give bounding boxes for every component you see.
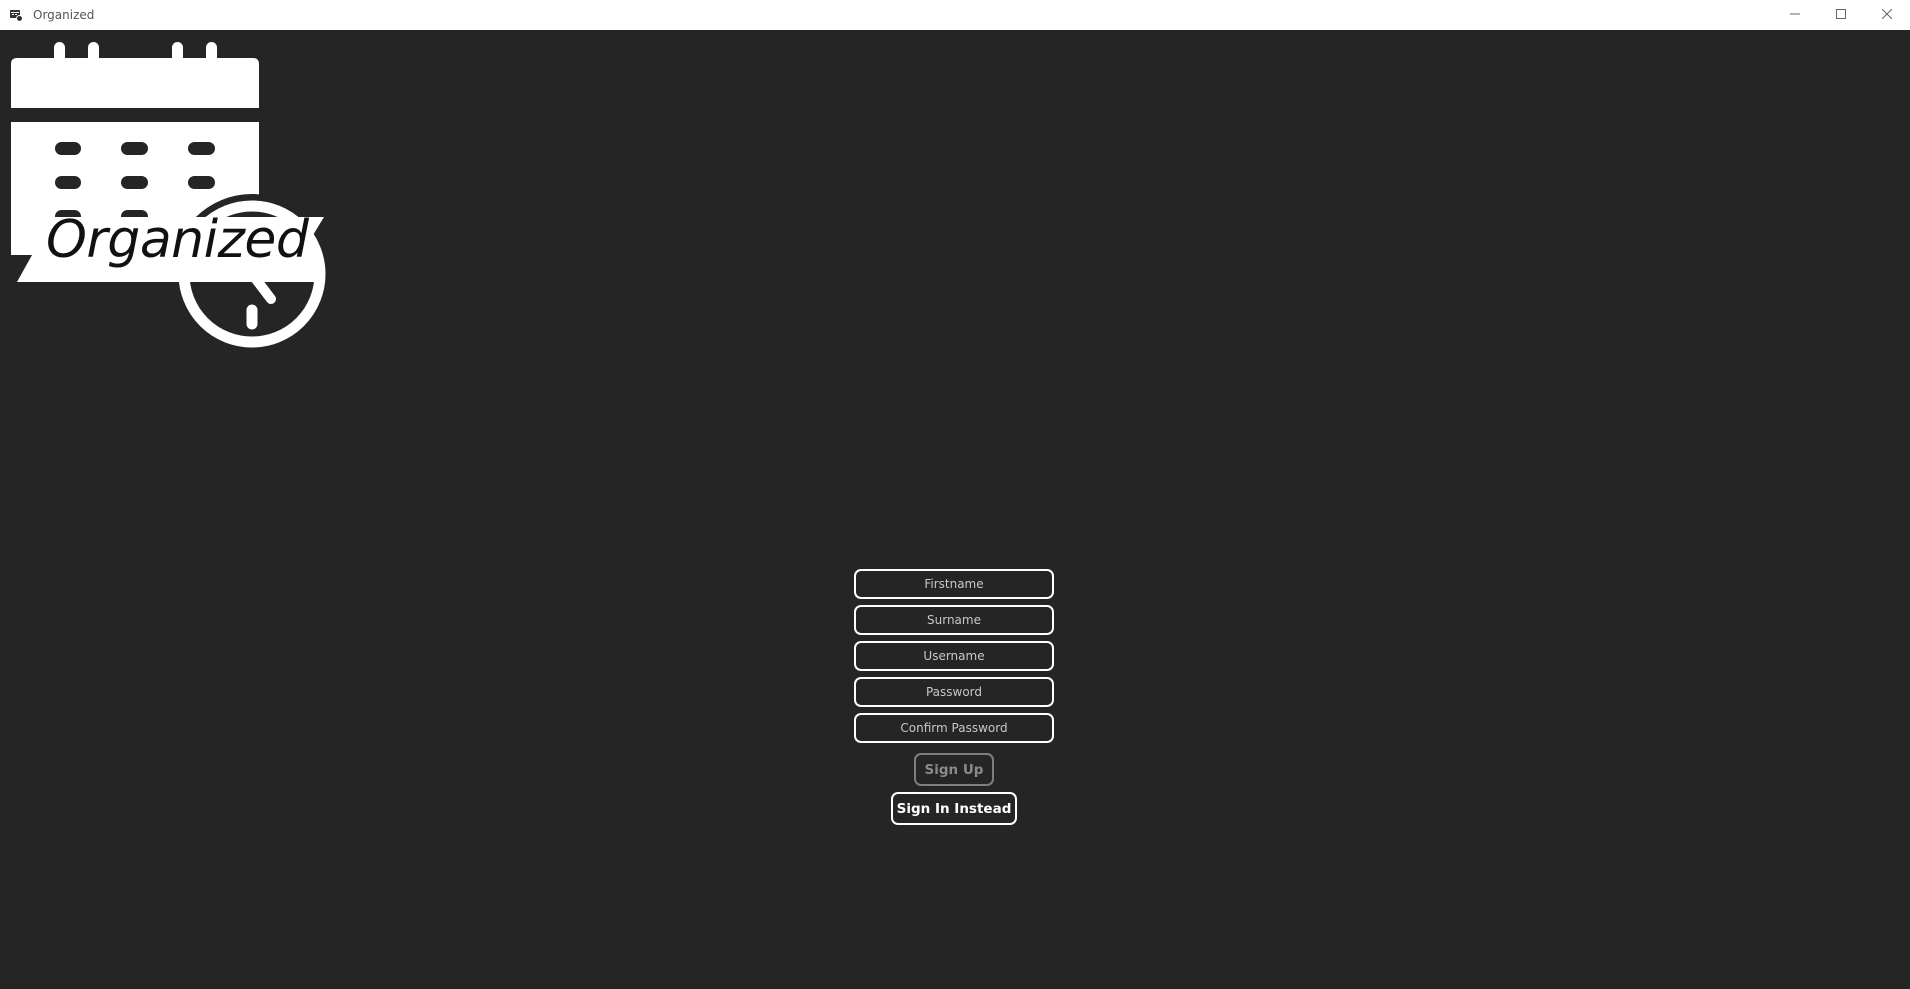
sign-in-instead-button[interactable]: Sign In Instead xyxy=(891,792,1017,825)
maximize-icon xyxy=(1836,6,1846,24)
minimize-button[interactable] xyxy=(1772,0,1818,30)
surname-input[interactable] xyxy=(854,605,1054,635)
confirm-password-input[interactable] xyxy=(854,713,1054,743)
minimize-icon xyxy=(1790,6,1800,24)
close-icon xyxy=(1881,6,1893,24)
close-button[interactable] xyxy=(1864,0,1910,30)
password-input[interactable] xyxy=(854,677,1054,707)
main-content: Organized Sign Up Sign In Instead xyxy=(0,30,1910,989)
sign-up-button[interactable]: Sign Up xyxy=(914,753,994,786)
app-logo: Organized xyxy=(0,30,340,360)
firstname-input[interactable] xyxy=(854,569,1054,599)
app-calendar-icon xyxy=(8,7,24,23)
title-bar[interactable]: Organized xyxy=(0,0,1910,30)
window-controls xyxy=(1772,0,1910,30)
username-input[interactable] xyxy=(854,641,1054,671)
maximize-button[interactable] xyxy=(1818,0,1864,30)
window-title: Organized xyxy=(33,8,95,22)
logo-text: Organized xyxy=(46,210,309,270)
signup-form: Sign Up Sign In Instead xyxy=(854,569,1054,825)
